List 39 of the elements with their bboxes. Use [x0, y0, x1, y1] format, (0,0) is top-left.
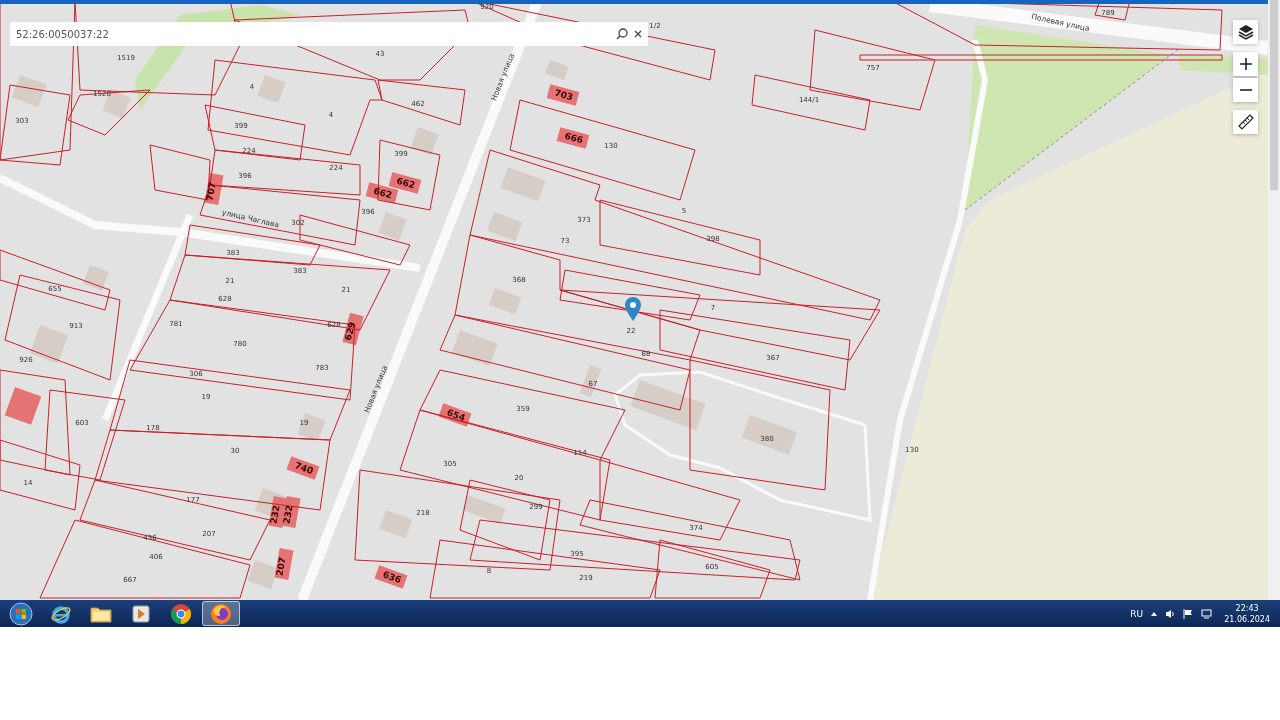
scrollbar[interactable] — [1268, 0, 1280, 600]
close-icon — [634, 30, 642, 38]
building-number: 666 — [563, 130, 585, 146]
building-number: 232 — [268, 504, 282, 525]
network-icon[interactable] — [1201, 608, 1213, 619]
firefox-icon — [210, 602, 232, 625]
building-number: 207 — [274, 556, 288, 577]
building-number: 707 — [204, 181, 218, 202]
ruler-icon — [1237, 114, 1254, 130]
zoom-in-button[interactable] — [1233, 52, 1258, 76]
scrollbar-thumb[interactable] — [1270, 0, 1278, 190]
layers-icon — [1237, 24, 1254, 40]
building-number: 740 — [293, 460, 315, 477]
language-indicator[interactable]: RU — [1130, 608, 1144, 619]
start-orb-icon — [9, 601, 33, 626]
ruler-button[interactable] — [1233, 110, 1258, 134]
search-icon — [616, 28, 628, 40]
layers-button[interactable] — [1233, 20, 1258, 44]
building-number: 654 — [445, 407, 467, 424]
chrome-icon — [170, 602, 192, 625]
plus-icon — [1239, 58, 1252, 70]
minus-icon — [1239, 89, 1252, 91]
flag-icon[interactable] — [1183, 608, 1194, 619]
building-number: 703 — [553, 87, 575, 103]
building-number: 662 — [372, 185, 394, 201]
building-number: 629 — [342, 320, 358, 342]
search-field[interactable]: 52:26:0050037:22 — [10, 22, 648, 46]
building-number: 636 — [381, 569, 403, 586]
location-pin-icon — [625, 297, 641, 321]
media-player-icon — [132, 604, 150, 623]
search-button[interactable] — [616, 28, 628, 40]
clear-button[interactable] — [634, 30, 642, 38]
zoom-out-button[interactable] — [1233, 78, 1258, 102]
speaker-icon[interactable] — [1165, 608, 1176, 619]
building-number: 232 — [281, 504, 295, 525]
clock[interactable]: 22:43 21.06.2024 — [1220, 602, 1274, 625]
building-number: 662 — [395, 175, 417, 191]
search-value: 52:26:0050037:22 — [16, 28, 110, 40]
caret-up-icon[interactable] — [1151, 611, 1158, 616]
